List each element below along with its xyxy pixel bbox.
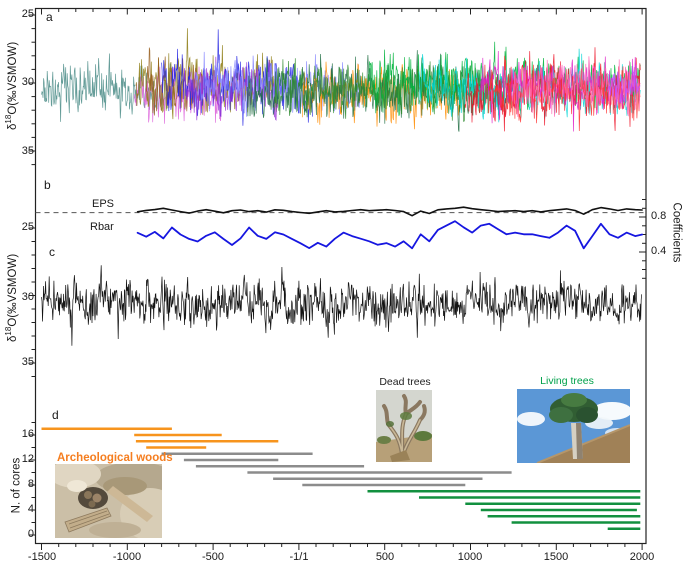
dead-trees-photo (376, 390, 432, 462)
living-trees-photo (517, 389, 630, 463)
y-tick-label-a: 35 (21, 145, 34, 157)
delta-symbol: δ (6, 335, 19, 342)
x-tick-label: 500 (375, 551, 395, 563)
archeological-woods-photo (55, 464, 162, 538)
archeo-photo-art (55, 464, 162, 538)
y-axis-title-right: Coefficients (670, 202, 683, 263)
y-tick-label-d: 16 (21, 428, 34, 440)
delta-rest: O(‰VSMOW) (6, 253, 19, 327)
x-tick-label: 1500 (543, 551, 569, 563)
rbar-label: Rbar (90, 221, 114, 233)
delta-rest: O(‰VSMOW) (6, 41, 19, 115)
dead-photo-art (376, 390, 432, 462)
delta-sup: 18 (4, 114, 14, 124)
figure: a b c d EPS Rbar -1500 -1000 -500 -1/1 5… (0, 0, 685, 569)
y-axis-title-d: N. of cores (10, 457, 23, 514)
panel-d-label: d (52, 408, 59, 422)
panel-c-label: c (49, 245, 55, 259)
x-tick-label: 1000 (457, 551, 483, 563)
x-tick-label: -1/1 (289, 551, 309, 563)
living-photo-art (517, 389, 630, 463)
y-tick-label-a: 25 (21, 8, 34, 20)
y-tick-label-c: 25 (21, 221, 34, 233)
panel-a-label: a (46, 10, 53, 24)
x-tick-label: 2000 (629, 551, 655, 563)
eps-label: EPS (92, 198, 115, 210)
delta-symbol: δ (6, 123, 19, 130)
y-tick-label-c: 35 (21, 356, 34, 368)
archeological-woods-caption: Archeological woods (57, 452, 173, 464)
dead-trees-caption: Dead trees (379, 376, 431, 388)
y-axis-title-a: δ18O(‰VSMOW) (1, 31, 21, 141)
living-trees-caption: Living trees (540, 375, 594, 387)
x-tick-label: -1500 (27, 551, 57, 563)
y-tick-label-d: 0 (27, 528, 34, 540)
y-axis-title-c: δ18O(‰VSMOW) (1, 243, 21, 353)
x-tick-label: -500 (201, 551, 225, 563)
delta-sup: 18 (4, 326, 14, 336)
panel-b-label: b (44, 178, 51, 192)
x-tick-label: -1000 (112, 551, 142, 563)
